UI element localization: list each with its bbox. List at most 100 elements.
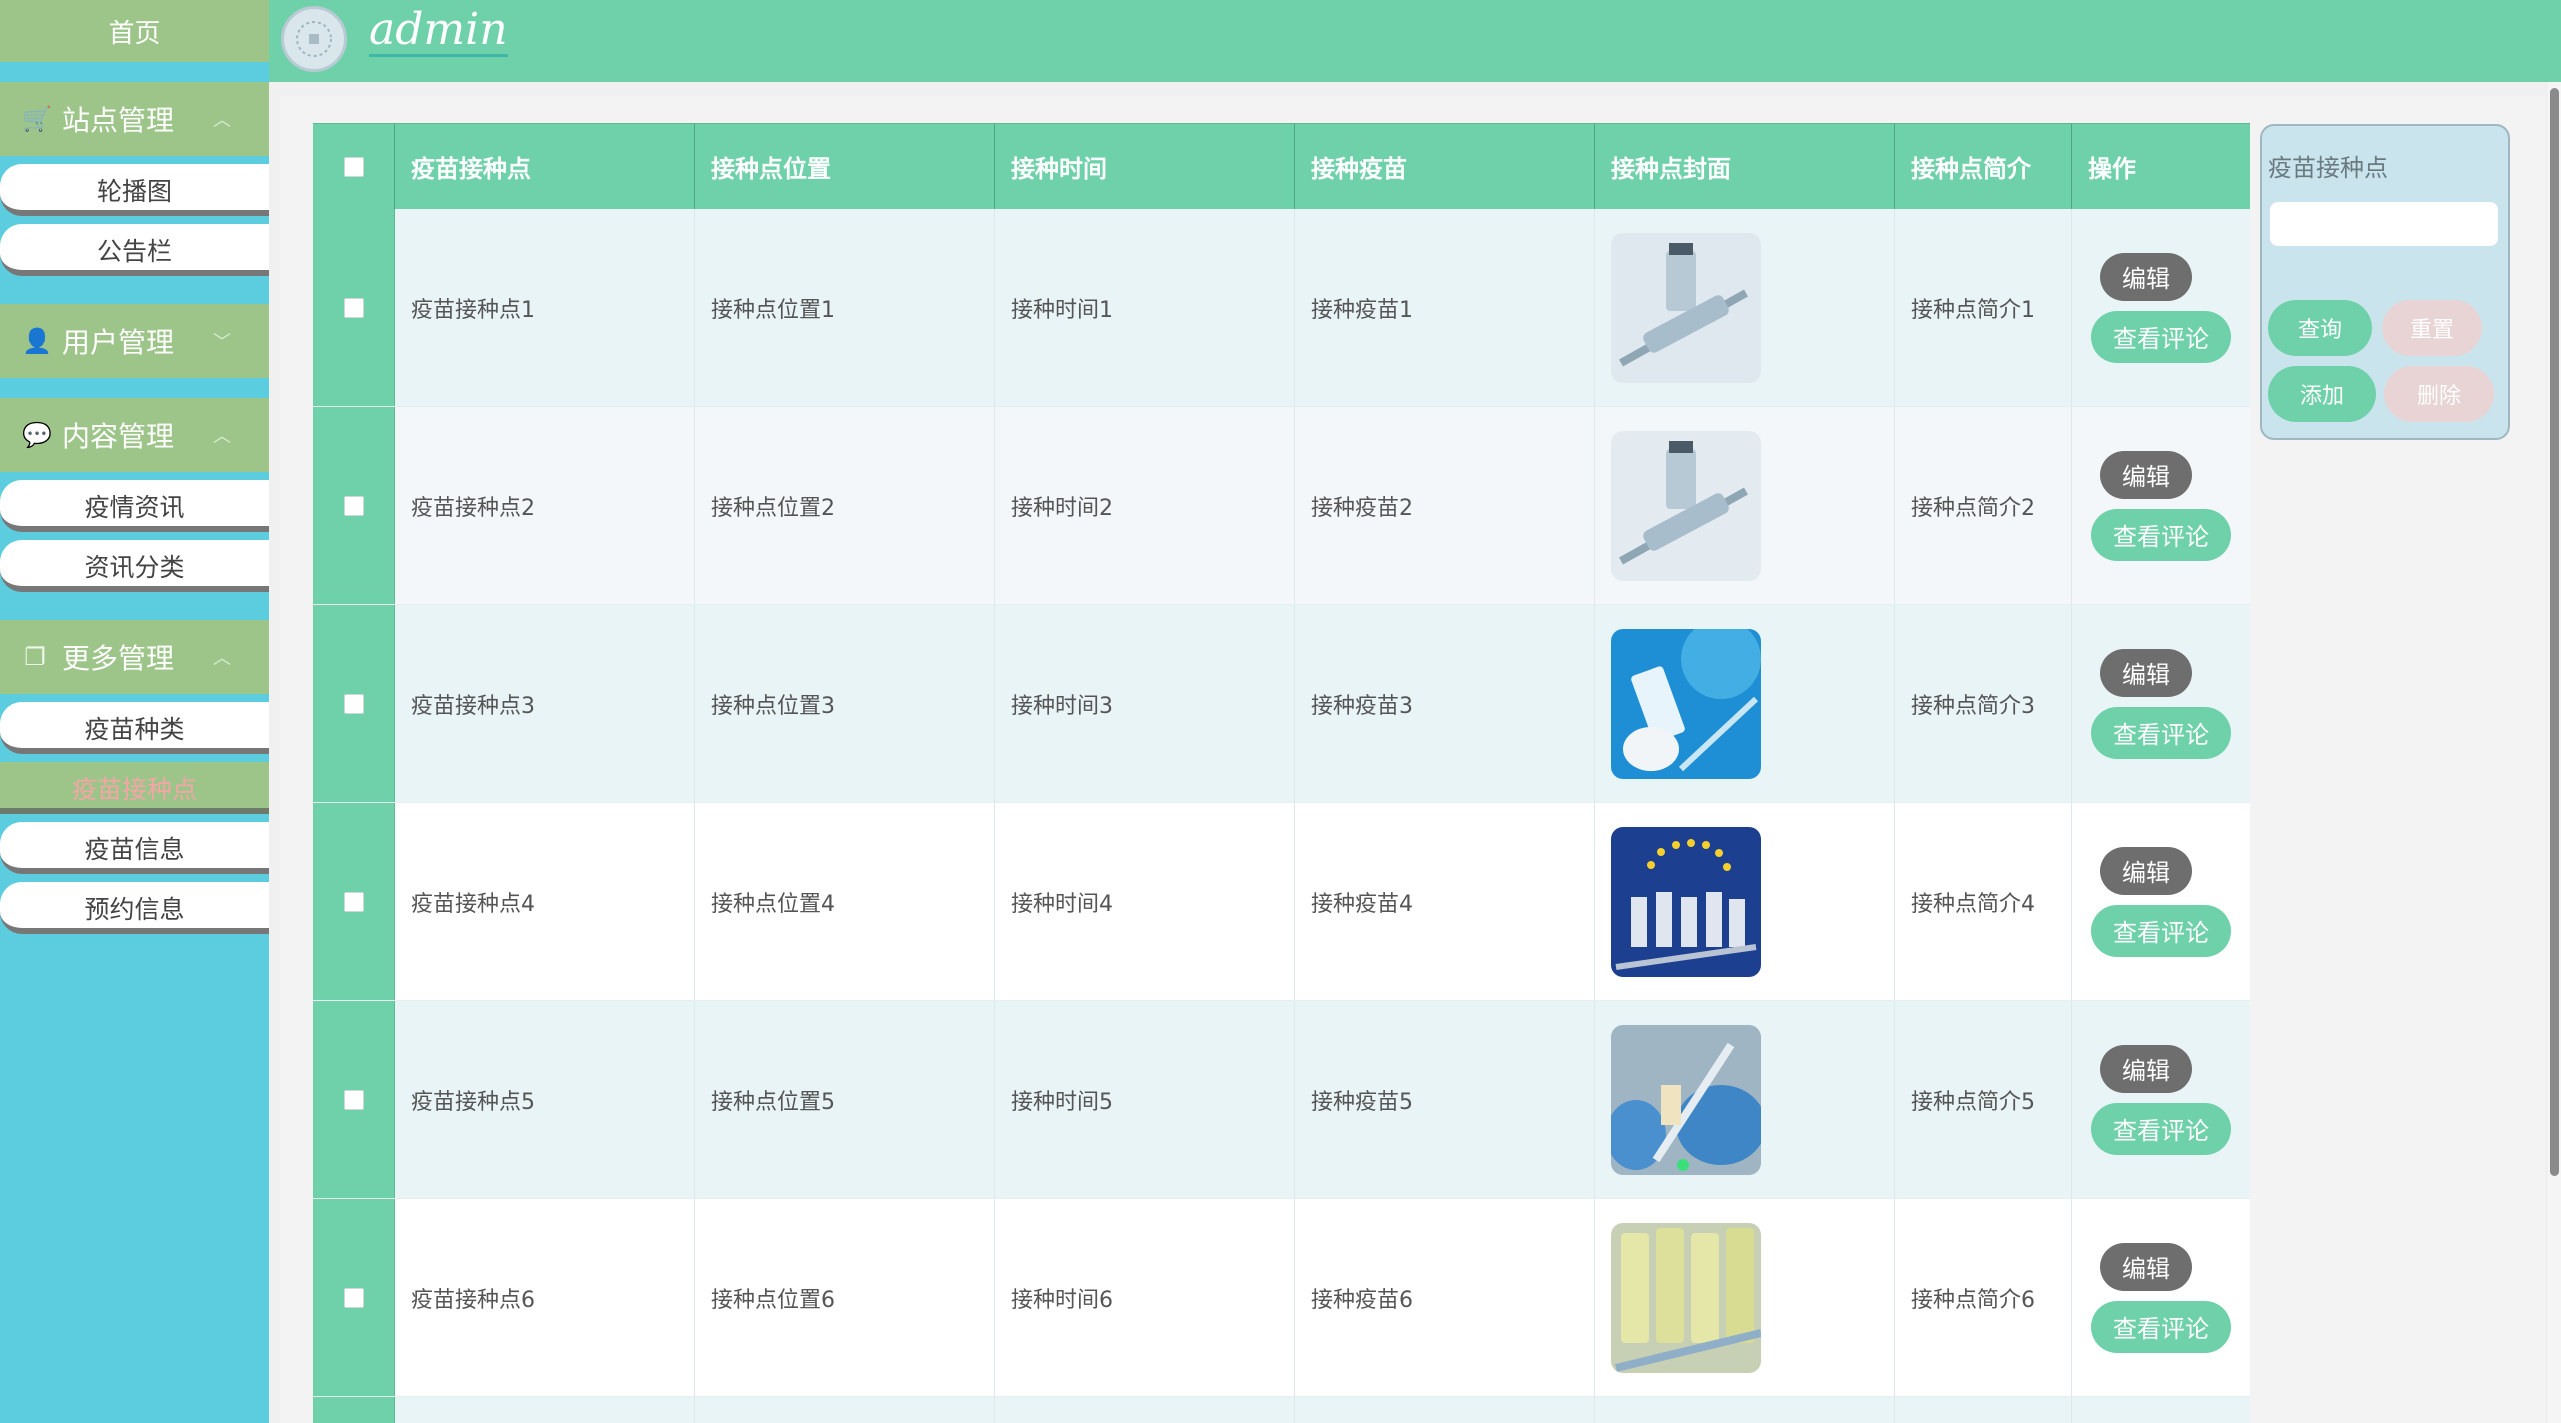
- cell-site: 疫苗接种点2: [395, 407, 695, 604]
- cell-time: 接种时间2: [995, 407, 1295, 604]
- cell-cover: [1595, 407, 1895, 604]
- sidebar-item-vaccination-site[interactable]: 疫苗接种点: [0, 762, 269, 814]
- column-header-cover[interactable]: 接种点封面: [1595, 124, 1895, 209]
- row-checkbox[interactable]: [343, 891, 364, 912]
- row-checkbox[interactable]: [343, 1089, 364, 1110]
- cart-icon: 🛒: [22, 105, 52, 133]
- add-button[interactable]: 添加: [2268, 366, 2376, 422]
- sidebar-home-label: 首页: [108, 18, 161, 49]
- sidebar-group-content[interactable]: 💬 内容管理 ︿: [0, 398, 269, 472]
- scrollbar-thumb[interactable]: [2550, 88, 2559, 1176]
- edit-button[interactable]: 编辑: [2100, 252, 2192, 301]
- table-row: 疫苗接种点3 接种点位置3 接种时间3 接种疫苗3 接种点简介3 编辑 查看评论: [313, 605, 2250, 803]
- row-select-cell: [313, 803, 395, 1000]
- column-header-intro[interactable]: 接种点简介: [1895, 124, 2072, 209]
- cell-empty: [2072, 1397, 2250, 1423]
- column-header-location[interactable]: 接种点位置: [695, 124, 995, 209]
- cell-site: 疫苗接种点6: [395, 1199, 695, 1396]
- edit-button[interactable]: 编辑: [2100, 1044, 2192, 1093]
- cell-intro: 接种点简介4: [1895, 803, 2072, 1000]
- avatar[interactable]: [281, 6, 347, 72]
- delete-button[interactable]: 删除: [2384, 366, 2494, 422]
- cell-actions: 编辑 查看评论: [2072, 407, 2250, 604]
- sidebar-group-label: 用户管理: [62, 326, 175, 359]
- row-checkbox[interactable]: [343, 297, 364, 318]
- view-reviews-button[interactable]: 查看评论: [2091, 706, 2231, 759]
- scrollbar[interactable]: [2548, 82, 2561, 1423]
- sidebar-item-vaccine-info[interactable]: 疫苗信息: [0, 822, 269, 874]
- table-row-partial: [313, 1397, 2250, 1423]
- edit-button[interactable]: 编辑: [2100, 846, 2192, 895]
- cover-image-blue-vaccine: [1611, 628, 1761, 779]
- search-panel: 疫苗接种点 查询 重置 添加 删除: [2260, 124, 2510, 440]
- chat-icon: 💬: [22, 421, 52, 449]
- data-table: 疫苗接种点 接种点位置 接种时间 接种疫苗 接种点封面 接种点简介 操作 疫苗接…: [313, 123, 2250, 1423]
- sidebar-item-home[interactable]: 首页: [0, 0, 269, 62]
- sidebar-group-users[interactable]: 👤 用户管理 ﹀: [0, 304, 269, 378]
- sidebar-item-notice[interactable]: 公告栏: [0, 224, 269, 276]
- sidebar-item-label: 预约信息: [84, 895, 185, 924]
- table-row: 疫苗接种点2 接种点位置2 接种时间2 接种疫苗2 接种点简介2 编辑 查看评论: [313, 407, 2250, 605]
- user-name: admin: [369, 5, 508, 58]
- cell-cover: [1595, 605, 1895, 802]
- chevron-up-icon: ︿: [213, 648, 231, 669]
- row-checkbox[interactable]: [343, 1287, 364, 1308]
- row-checkbox[interactable]: [343, 693, 364, 714]
- cell-cover: [1595, 1199, 1895, 1396]
- cover-image-yellow-vials: [1611, 1222, 1761, 1373]
- user-icon: 👤: [22, 327, 52, 355]
- edit-button[interactable]: 编辑: [2100, 1242, 2192, 1291]
- cell-time: 接种时间1: [995, 209, 1295, 406]
- cell-location: 接种点位置3: [695, 605, 995, 802]
- edit-button[interactable]: 编辑: [2100, 450, 2192, 499]
- select-all-cell: [313, 124, 395, 209]
- chevron-up-icon: ︿: [213, 110, 231, 131]
- sidebar-item-label: 资讯分类: [84, 553, 185, 582]
- cell-vaccine: 接种疫苗5: [1295, 1001, 1595, 1198]
- sidebar-group-label: 站点管理: [62, 104, 175, 137]
- sidebar-item-news-category[interactable]: 资讯分类: [0, 540, 269, 592]
- column-header-site[interactable]: 疫苗接种点: [395, 124, 695, 209]
- view-reviews-button[interactable]: 查看评论: [2091, 1300, 2231, 1353]
- column-header-vaccine[interactable]: 接种疫苗: [1295, 124, 1595, 209]
- cell-empty: [395, 1397, 695, 1423]
- sidebar-item-epidemic-news[interactable]: 疫情资讯: [0, 480, 269, 532]
- row-select-cell: [313, 605, 395, 802]
- sidebar-item-label: 疫苗种类: [84, 715, 185, 744]
- search-input[interactable]: [2270, 202, 2498, 246]
- row-checkbox[interactable]: [343, 495, 364, 516]
- cell-vaccine: 接种疫苗2: [1295, 407, 1595, 604]
- view-reviews-button[interactable]: 查看评论: [2091, 310, 2231, 363]
- sidebar-group-more[interactable]: ❐ 更多管理 ︿: [0, 620, 269, 694]
- cell-cover: [1595, 209, 1895, 406]
- edit-button[interactable]: 编辑: [2100, 648, 2192, 697]
- view-reviews-button[interactable]: 查看评论: [2091, 904, 2231, 957]
- sidebar-group-label: 内容管理: [62, 420, 175, 453]
- sidebar-group-site[interactable]: 🛒 站点管理 ︿: [0, 82, 269, 156]
- cell-vaccine: 接种疫苗1: [1295, 209, 1595, 406]
- cell-empty: [1595, 1397, 1895, 1423]
- sidebar-item-label: 疫苗信息: [84, 835, 185, 864]
- sidebar-item-vaccine-type[interactable]: 疫苗种类: [0, 702, 269, 754]
- cell-cover: [1595, 1001, 1895, 1198]
- sidebar-item-appointment[interactable]: 预约信息: [0, 882, 269, 934]
- table-row: 疫苗接种点4 接种点位置4 接种时间4 接种疫苗4 接种点简介4 编辑 查看评论: [313, 803, 2250, 1001]
- sidebar-group-label: 更多管理: [62, 642, 175, 675]
- reset-button[interactable]: 重置: [2382, 300, 2482, 356]
- sidebar-item-label: 疫情资讯: [84, 493, 185, 522]
- view-reviews-button[interactable]: 查看评论: [2091, 508, 2231, 561]
- cell-empty: [1295, 1397, 1595, 1423]
- row-select-cell: [313, 1397, 395, 1423]
- view-reviews-button[interactable]: 查看评论: [2091, 1102, 2231, 1155]
- cell-empty: [695, 1397, 995, 1423]
- cell-site: 疫苗接种点5: [395, 1001, 695, 1198]
- select-all-checkbox[interactable]: [343, 156, 364, 177]
- sidebar-item-carousel[interactable]: 轮播图: [0, 164, 269, 216]
- query-button[interactable]: 查询: [2268, 300, 2372, 356]
- column-header-time[interactable]: 接种时间: [995, 124, 1295, 209]
- cell-location: 接种点位置4: [695, 803, 995, 1000]
- cell-location: 接种点位置1: [695, 209, 995, 406]
